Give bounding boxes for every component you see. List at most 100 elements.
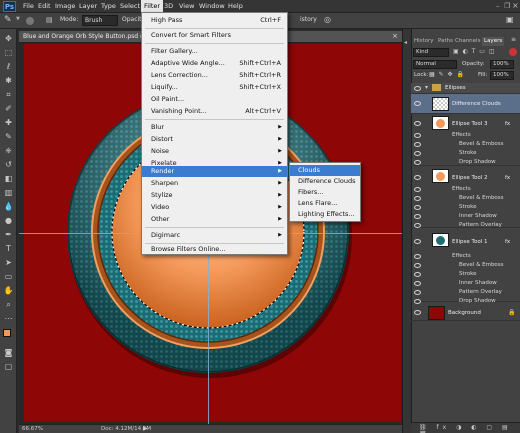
visibility-eye-icon[interactable] (414, 151, 421, 156)
more-tools-icon[interactable]: ⋯ (3, 313, 14, 324)
visibility-eye-icon[interactable] (414, 121, 421, 126)
menu-item-render[interactable]: Render ▶ (142, 166, 287, 177)
zoom-tool-icon[interactable]: ⌕ (3, 299, 14, 310)
gradient-tool-icon[interactable]: ▥ (3, 187, 14, 198)
menu-type[interactable]: Type (101, 0, 116, 13)
brush-preset-icon[interactable] (26, 17, 34, 25)
visibility-eye-icon[interactable] (414, 299, 421, 304)
layer-action-icons[interactable]: ⛓ fx ◑ ◐ ▢ ▤ 🗑 (419, 424, 520, 433)
visibility-eye-icon[interactable] (414, 254, 421, 259)
panel-collapse-icon[interactable]: ◂ (404, 39, 407, 46)
visibility-eye-icon[interactable] (414, 263, 421, 268)
tab-paths[interactable]: Paths (438, 37, 453, 46)
blend-mode-select[interactable]: Normal (413, 60, 457, 69)
layer-filter-icons[interactable]: ▣ ◐ T ▭ ◫ (453, 48, 496, 55)
visibility-eye-icon[interactable] (414, 175, 421, 180)
submenu-item-difference-clouds[interactable]: Difference Clouds (290, 176, 360, 187)
visibility-eye-icon[interactable] (414, 310, 421, 315)
menu-layer[interactable]: Layer (79, 0, 97, 13)
menu-item-filter-gallery[interactable]: Filter Gallery... (142, 46, 287, 57)
menu-item-other[interactable]: Other ▶ (142, 214, 287, 225)
menu-item-oil-paint[interactable]: Oil Paint... (142, 94, 287, 105)
fill-field[interactable]: 100% (490, 71, 514, 80)
screen-mode-icon[interactable]: ▢ (3, 361, 14, 372)
history-brush-tool-icon[interactable]: ↺ (3, 159, 14, 170)
effect-pattern-overlay[interactable]: Pattern Overlay (459, 222, 502, 228)
filter-toggle-icon[interactable] (509, 48, 517, 56)
workspace-icon[interactable]: ▣ (506, 15, 514, 24)
tablet-pressure-icon[interactable]: ◎ (324, 15, 331, 24)
visibility-eye-icon[interactable] (414, 160, 421, 165)
tab-channels[interactable]: Channels (455, 37, 480, 46)
effect-stroke[interactable]: Stroke (459, 271, 477, 277)
visibility-eye-icon[interactable] (414, 239, 421, 244)
visibility-eye-icon[interactable] (414, 214, 421, 219)
shape-tool-icon[interactable]: ▭ (3, 271, 14, 282)
blur-tool-icon[interactable]: 💧 (3, 201, 14, 212)
effect-pattern-overlay[interactable]: Pattern Overlay (459, 289, 502, 295)
eraser-tool-icon[interactable]: ◧ (3, 173, 14, 184)
hand-tool-icon[interactable]: ✋ (3, 285, 14, 296)
marquee-tool-icon[interactable]: ⬚ (3, 47, 14, 58)
visibility-eye-icon[interactable] (414, 205, 421, 210)
submenu-item-lighting-effects[interactable]: Lighting Effects... (290, 209, 360, 220)
chevron-down-icon[interactable]: ▼ (16, 16, 20, 22)
visibility-eye-icon[interactable] (414, 142, 421, 147)
minimize-icon[interactable]: – (496, 2, 500, 10)
effect-bevel-emboss[interactable]: Bevel & Emboss (459, 141, 504, 147)
fx-icon[interactable]: fx (505, 121, 510, 127)
menu-item-lens-correction[interactable]: Lens Correction... Shift+Ctrl+R (142, 70, 287, 81)
path-select-tool-icon[interactable]: ➤ (3, 257, 14, 268)
menu-item-browse-filters-online[interactable]: Browse Filters Online... (142, 244, 287, 255)
menu-file[interactable]: File (23, 0, 34, 13)
dodge-tool-icon[interactable]: ● (3, 215, 14, 226)
tab-layers[interactable]: Layers (482, 37, 505, 46)
menu-item-stylize[interactable]: Stylize ▶ (142, 190, 287, 201)
menu-item-video[interactable]: Video ▶ (142, 202, 287, 213)
visibility-eye-icon[interactable] (414, 272, 421, 277)
submenu-item-lens-flare[interactable]: Lens Flare... (290, 198, 360, 209)
effect-inner-shadow[interactable]: Inner Shadow (459, 280, 497, 286)
clone-stamp-tool-icon[interactable]: ⎈ (3, 145, 14, 156)
visibility-eye-icon[interactable] (414, 187, 421, 192)
chevron-down-icon[interactable]: ▾ (425, 84, 428, 91)
foreground-color-swatch[interactable] (3, 329, 11, 337)
visibility-eye-icon[interactable] (414, 196, 421, 201)
visibility-eye-icon[interactable] (414, 86, 421, 91)
opacity-field[interactable]: 100% (490, 60, 514, 69)
quick-select-tool-icon[interactable]: ✱ (3, 75, 14, 86)
menu-item-liquify[interactable]: Liquify... Shift+Ctrl+X (142, 82, 287, 93)
visibility-eye-icon[interactable] (414, 133, 421, 138)
quick-mask-icon[interactable]: ◙ (3, 347, 14, 358)
menu-item-digimarc[interactable]: Digimarc ▶ (142, 230, 287, 241)
zoom-level[interactable]: 66.67% (22, 426, 43, 432)
pen-tool-icon[interactable]: ✒ (3, 229, 14, 240)
menu-item-vanishing-point[interactable]: Vanishing Point... Alt+Ctrl+V (142, 106, 287, 117)
lock-icons[interactable]: ▦ ✎ ✥ 🔒 (429, 71, 465, 78)
menu-image[interactable]: Image (55, 0, 75, 13)
panel-menu-icon[interactable]: ≡ (511, 36, 516, 43)
brush-tool-icon[interactable]: ✎ (3, 131, 14, 142)
visibility-eye-icon[interactable] (414, 281, 421, 286)
effect-bevel-emboss[interactable]: Bevel & Emboss (459, 262, 504, 268)
lasso-tool-icon[interactable]: ℓ (3, 61, 14, 72)
close-tab-icon[interactable]: × (392, 32, 398, 40)
close-icon[interactable]: × (512, 1, 519, 10)
restore-icon[interactable]: ❐ (504, 2, 510, 10)
type-tool-icon[interactable]: T (3, 243, 14, 254)
submenu-item-clouds[interactable]: Clouds (290, 165, 360, 176)
tab-history[interactable]: History (414, 37, 434, 46)
fx-icon[interactable]: fx (505, 175, 510, 181)
mode-select[interactable]: Brush (82, 15, 118, 26)
brush-tool-icon[interactable]: ✎ (4, 15, 12, 25)
menu-item-distort[interactable]: Distort ▶ (142, 134, 287, 145)
menu-item-high-pass[interactable]: High Pass Ctrl+F (142, 15, 287, 26)
effect-inner-shadow[interactable]: Inner Shadow (459, 213, 497, 219)
effect-drop-shadow[interactable]: Drop Shadow (459, 298, 496, 304)
menu-item-convert-smart-filters[interactable]: Convert for Smart Filters (142, 30, 287, 41)
effect-stroke[interactable]: Stroke (459, 204, 477, 210)
fx-icon[interactable]: fx (505, 239, 510, 245)
visibility-eye-icon[interactable] (414, 223, 421, 228)
crop-tool-icon[interactable]: ⌗ (3, 89, 14, 100)
menu-item-sharpen[interactable]: Sharpen ▶ (142, 178, 287, 189)
